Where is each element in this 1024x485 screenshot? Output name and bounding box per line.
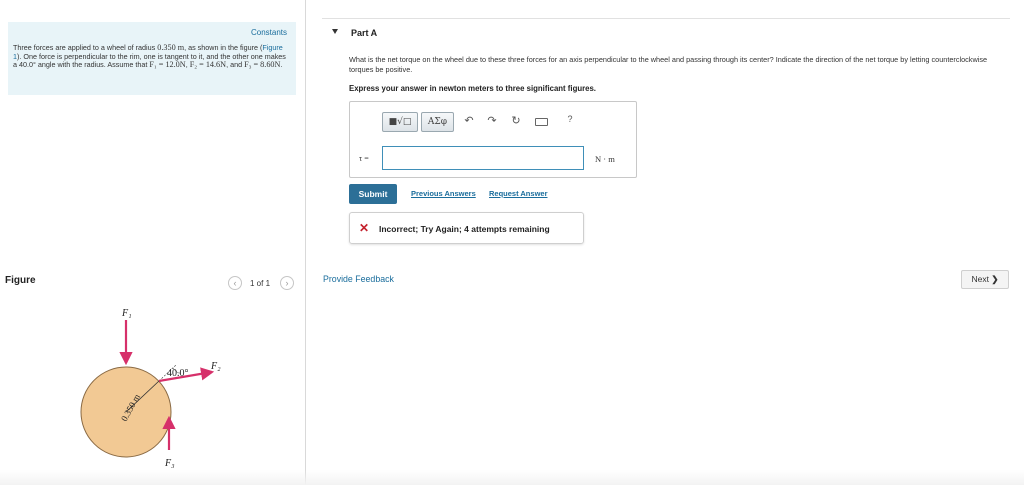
answer-instruction: Express your answer in newton meters to …: [349, 84, 596, 93]
constants-link[interactable]: Constants: [251, 28, 287, 37]
problem-text-part: , as shown in the figure (: [184, 43, 263, 52]
redo-icon[interactable]: ↷: [485, 114, 499, 127]
templates-button[interactable]: ■√□: [382, 112, 418, 132]
figure-title: Figure: [5, 275, 36, 286]
f3-label: F₃: [164, 458, 175, 469]
previous-figure-button[interactable]: ‹: [228, 276, 242, 290]
question-text: What is the net torque on the wheel due …: [349, 55, 988, 74]
provide-feedback-link[interactable]: Provide Feedback: [323, 274, 394, 284]
help-button[interactable]: ?: [563, 114, 577, 124]
f3-equation: F₃ = 8.60N: [244, 60, 281, 70]
collapse-caret-icon[interactable]: [332, 29, 338, 34]
chevron-right-icon: ❯: [991, 274, 999, 284]
figure-count: 1 of 1: [250, 279, 271, 288]
undo-icon[interactable]: ↶: [462, 114, 476, 127]
problem-text: Three forces are applied to a wheel of r…: [13, 43, 288, 70]
feedback-message-box: ✕ Incorrect; Try Again; 4 attempts remai…: [349, 212, 584, 244]
bottom-shade: [0, 470, 1024, 485]
part-title: Part A: [351, 28, 378, 38]
f1-label: F₁: [121, 308, 132, 319]
reset-icon[interactable]: ↻: [509, 114, 523, 127]
radius-value: 0.350 m: [157, 43, 185, 52]
next-label: Next: [971, 274, 989, 284]
f1-equation: F₁ = 12.0N: [149, 60, 186, 70]
problem-text-sep: , and: [226, 60, 245, 70]
feedback-message: Incorrect; Try Again; 4 attempts remaini…: [379, 224, 550, 234]
request-answer-link[interactable]: Request Answer: [489, 189, 548, 198]
previous-answers-link[interactable]: Previous Answers: [411, 189, 476, 198]
chevron-right-icon: ›: [285, 278, 289, 288]
answer-input[interactable]: [382, 146, 584, 170]
angle-label: 40.0°: [167, 368, 189, 379]
figure-navigation: ‹ 1 of 1 ›: [228, 276, 298, 292]
incorrect-x-icon: ✕: [359, 221, 370, 235]
problem-panel: Constants Three forces are applied to a …: [0, 0, 306, 485]
greek-symbols-button[interactable]: ΑΣφ: [421, 112, 454, 132]
f2-label: F₂: [210, 361, 221, 372]
variable-label: τ =: [359, 154, 369, 163]
next-figure-button[interactable]: ›: [280, 276, 294, 290]
answer-box: ■√□ ΑΣφ ↶ ↷ ↻ ? τ = N · m: [349, 101, 637, 178]
problem-text-end: .: [280, 60, 283, 70]
problem-statement-box: Constants Three forces are applied to a …: [8, 22, 296, 95]
part-a-header[interactable]: Part A: [322, 18, 1010, 46]
math-toolbar: ■√□ ΑΣφ ↶ ↷ ↻ ?: [382, 112, 624, 134]
problem-text-part: Three forces are applied to a wheel of r…: [13, 43, 158, 52]
submit-button[interactable]: Submit: [349, 184, 397, 204]
f2-equation: F₂ = 14.6N: [189, 60, 227, 70]
next-button[interactable]: Next ❯: [961, 270, 1009, 289]
wheel-figure: F₁ F₂ F₃ 40.0° 0.350 m: [80, 308, 221, 469]
chevron-left-icon: ‹: [233, 278, 237, 288]
unit-label: N · m: [595, 154, 615, 164]
keyboard-icon[interactable]: [535, 118, 548, 126]
